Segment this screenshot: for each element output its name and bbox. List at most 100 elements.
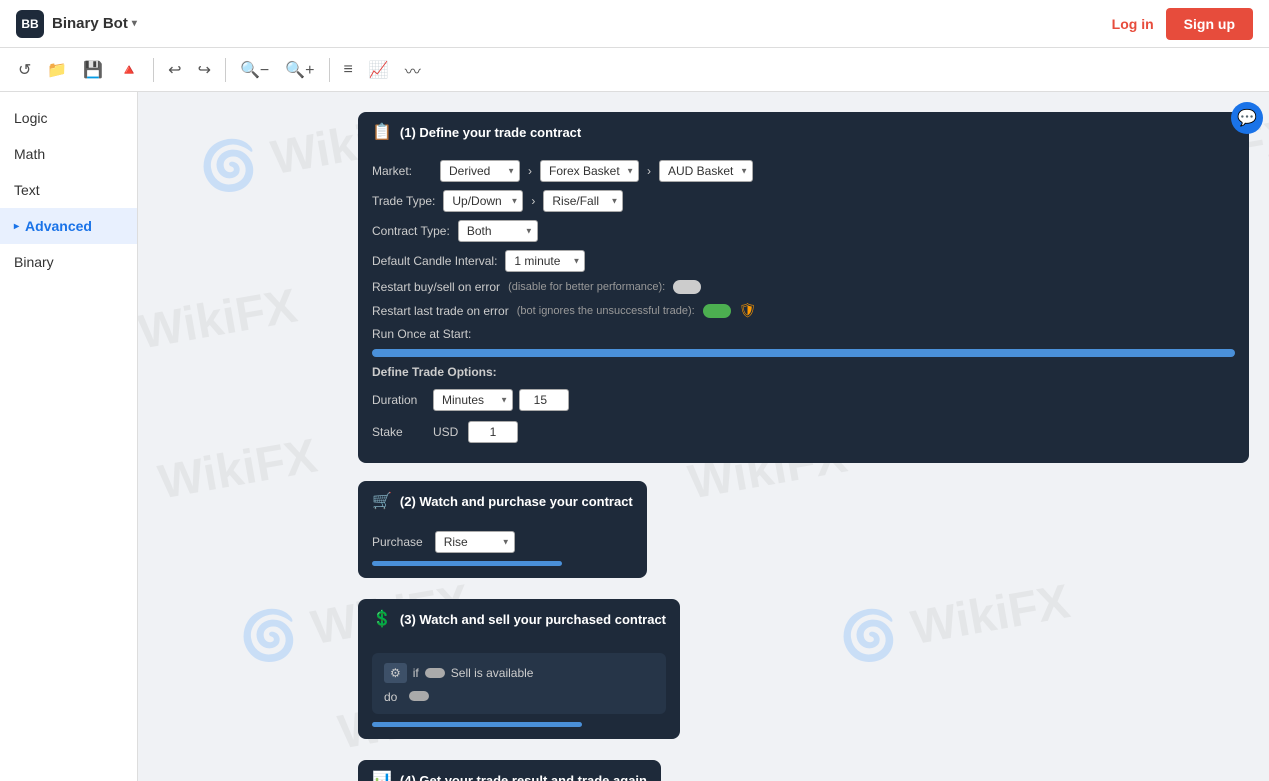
trade-direction-select[interactable]: Up/Down bbox=[443, 190, 523, 212]
stake-value-input[interactable] bbox=[468, 421, 518, 443]
block3-icon: 💲 bbox=[372, 609, 392, 629]
market-label: Market: bbox=[372, 164, 432, 178]
candle-interval-label: Default Candle Interval: bbox=[372, 254, 497, 268]
restart-last-toggle[interactable] bbox=[703, 304, 731, 318]
trade-type-row: Trade Type: Up/Down › Rise/Fall bbox=[372, 190, 1235, 212]
block2-progress bbox=[372, 561, 562, 566]
list-view-button[interactable]: ≡ bbox=[338, 57, 359, 83]
separator-3 bbox=[329, 58, 330, 82]
sidebar-item-binary[interactable]: Binary bbox=[0, 244, 137, 280]
chat-icon[interactable]: 💬 bbox=[1231, 102, 1263, 134]
app-logo: BB bbox=[16, 10, 44, 38]
candle-interval-row: Default Candle Interval: 1 minute bbox=[372, 250, 1235, 272]
sell-available-label: Sell is available bbox=[451, 666, 534, 680]
minute-select-wrapper: 1 minute bbox=[505, 250, 585, 272]
if-toggle[interactable] bbox=[425, 668, 445, 678]
block3-wrapper: 💲 (3) Watch and sell your purchased cont… bbox=[358, 599, 1249, 742]
redo-button[interactable]: ↪ bbox=[192, 56, 217, 84]
derived-select[interactable]: Derived bbox=[440, 160, 520, 182]
if-row: ⚙ if Sell is available bbox=[384, 663, 654, 683]
zoom-out-button[interactable]: 🔍− bbox=[234, 56, 275, 84]
restart-buy-label: Restart buy/sell on error bbox=[372, 280, 500, 294]
run-once-row: Run Once at Start: bbox=[372, 327, 1235, 341]
block3-progress bbox=[372, 722, 582, 727]
forex-basket-select[interactable]: Forex Basket bbox=[540, 160, 639, 182]
trade-type-label: Trade Type: bbox=[372, 194, 435, 208]
define-trade-header-row: Define Trade Options: bbox=[372, 365, 1235, 379]
sidebar: Logic Math Text ▸ Advanced Binary bbox=[0, 92, 138, 781]
sidebar-item-logic[interactable]: Logic bbox=[0, 100, 137, 136]
market-arrow2-icon: › bbox=[647, 164, 651, 178]
market-arrow1-icon: › bbox=[528, 164, 532, 178]
block-define-trade: 📋 (1) Define your trade contract Market:… bbox=[358, 112, 1249, 463]
stake-row: Stake USD bbox=[372, 419, 1235, 445]
run-once-progress bbox=[372, 349, 1235, 357]
duration-row: Duration Minutes bbox=[372, 387, 1235, 413]
updown-select-wrapper: Up/Down bbox=[443, 190, 523, 212]
do-toggle[interactable] bbox=[409, 691, 429, 701]
login-button[interactable]: Log in bbox=[1112, 16, 1154, 32]
block4-header: 📊 (4) Get your trade result and trade ag… bbox=[358, 760, 661, 781]
layout: Logic Math Text ▸ Advanced Binary 🌀 Wiki… bbox=[0, 92, 1269, 781]
block2-header: 🛒 (2) Watch and purchase your contract bbox=[358, 481, 647, 521]
sidebar-item-text[interactable]: Text bbox=[0, 172, 137, 208]
restart-last-label: Restart last trade on error bbox=[372, 304, 509, 318]
block1-header: 📋 (1) Define your trade contract bbox=[358, 112, 1249, 152]
stake-currency: USD bbox=[433, 425, 458, 439]
duration-label: Duration bbox=[372, 393, 427, 407]
restart-buy-toggle[interactable] bbox=[673, 280, 701, 294]
both-select-wrapper: Both bbox=[458, 220, 538, 242]
header-left: BB Binary Bot ▾ bbox=[16, 10, 137, 38]
wave-button[interactable]: 〰 bbox=[399, 54, 427, 86]
sidebar-item-math[interactable]: Math bbox=[0, 136, 137, 172]
title-chevron-icon[interactable]: ▾ bbox=[132, 18, 137, 29]
chart-view-button[interactable]: 📈 bbox=[363, 56, 395, 84]
save-button[interactable]: 💾 bbox=[77, 56, 109, 84]
contract-type-label: Contract Type: bbox=[372, 224, 450, 238]
candle-interval-select[interactable]: 1 minute bbox=[505, 250, 585, 272]
run-once-label: Run Once at Start: bbox=[372, 327, 471, 341]
separator-2 bbox=[225, 58, 226, 82]
restart-buy-note: (disable for better performance): bbox=[508, 281, 665, 293]
rise-fall-select[interactable]: Rise/Fall bbox=[543, 190, 623, 212]
contract-type-select[interactable]: Both bbox=[458, 220, 538, 242]
define-trade-label: Define Trade Options: bbox=[372, 365, 497, 379]
contract-type-row: Contract Type: Both bbox=[372, 220, 1235, 242]
app-title: Binary Bot ▾ bbox=[52, 15, 137, 32]
do-label: do bbox=[384, 690, 397, 704]
block3-body: ⚙ if Sell is available do bbox=[358, 639, 680, 739]
block2-wrapper: 🛒 (2) Watch and purchase your contract P… bbox=[358, 481, 1249, 581]
purchase-row: Purchase Rise Fall bbox=[372, 529, 633, 555]
signup-button[interactable]: Sign up bbox=[1166, 8, 1253, 40]
header: BB Binary Bot ▾ Log in Sign up bbox=[0, 0, 1269, 48]
block4-icon: 📊 bbox=[372, 770, 392, 781]
duration-value-input[interactable] bbox=[519, 389, 569, 411]
minutes-select-wrapper: Minutes bbox=[433, 389, 513, 411]
refresh-button[interactable]: ↺ bbox=[12, 56, 37, 84]
block2-body: Purchase Rise Fall bbox=[358, 521, 647, 578]
zoom-in-button[interactable]: 🔍+ bbox=[279, 56, 320, 84]
sidebar-item-advanced[interactable]: ▸ Advanced bbox=[0, 208, 137, 244]
purchase-value-select[interactable]: Rise Fall bbox=[435, 531, 515, 553]
stake-label: Stake bbox=[372, 425, 427, 439]
block3-header: 💲 (3) Watch and sell your purchased cont… bbox=[358, 599, 680, 639]
separator-1 bbox=[153, 58, 154, 82]
undo-button[interactable]: ↩ bbox=[162, 56, 187, 84]
toolbar: ↺ 📁 💾 🔺 ↩ ↪ 🔍− 🔍+ ≡ 📈 〰 bbox=[0, 48, 1269, 92]
block-watch-purchase: 🛒 (2) Watch and purchase your contract P… bbox=[358, 481, 647, 578]
aud-basket-select[interactable]: AUD Basket bbox=[659, 160, 753, 182]
block-watch-sell: 💲 (3) Watch and sell your purchased cont… bbox=[358, 599, 680, 739]
duration-unit-select[interactable]: Minutes bbox=[433, 389, 513, 411]
aud-basket-select-wrapper: AUD Basket bbox=[659, 160, 753, 182]
forex-basket-select-wrapper: Forex Basket bbox=[540, 160, 639, 182]
do-row: do bbox=[384, 689, 654, 704]
if-block: ⚙ if Sell is available do bbox=[372, 653, 666, 714]
restart-last-row: Restart last trade on error (bot ignores… bbox=[372, 302, 1235, 319]
cloud-button[interactable]: 🔺 bbox=[113, 56, 145, 84]
advanced-expand-icon: ▸ bbox=[14, 221, 19, 232]
open-button[interactable]: 📁 bbox=[41, 56, 73, 84]
trade-arrow-icon: › bbox=[531, 194, 535, 208]
gear-button[interactable]: ⚙ bbox=[384, 663, 407, 683]
rise-select-wrapper: Rise Fall bbox=[435, 531, 515, 553]
derived-select-wrapper: Derived bbox=[440, 160, 520, 182]
